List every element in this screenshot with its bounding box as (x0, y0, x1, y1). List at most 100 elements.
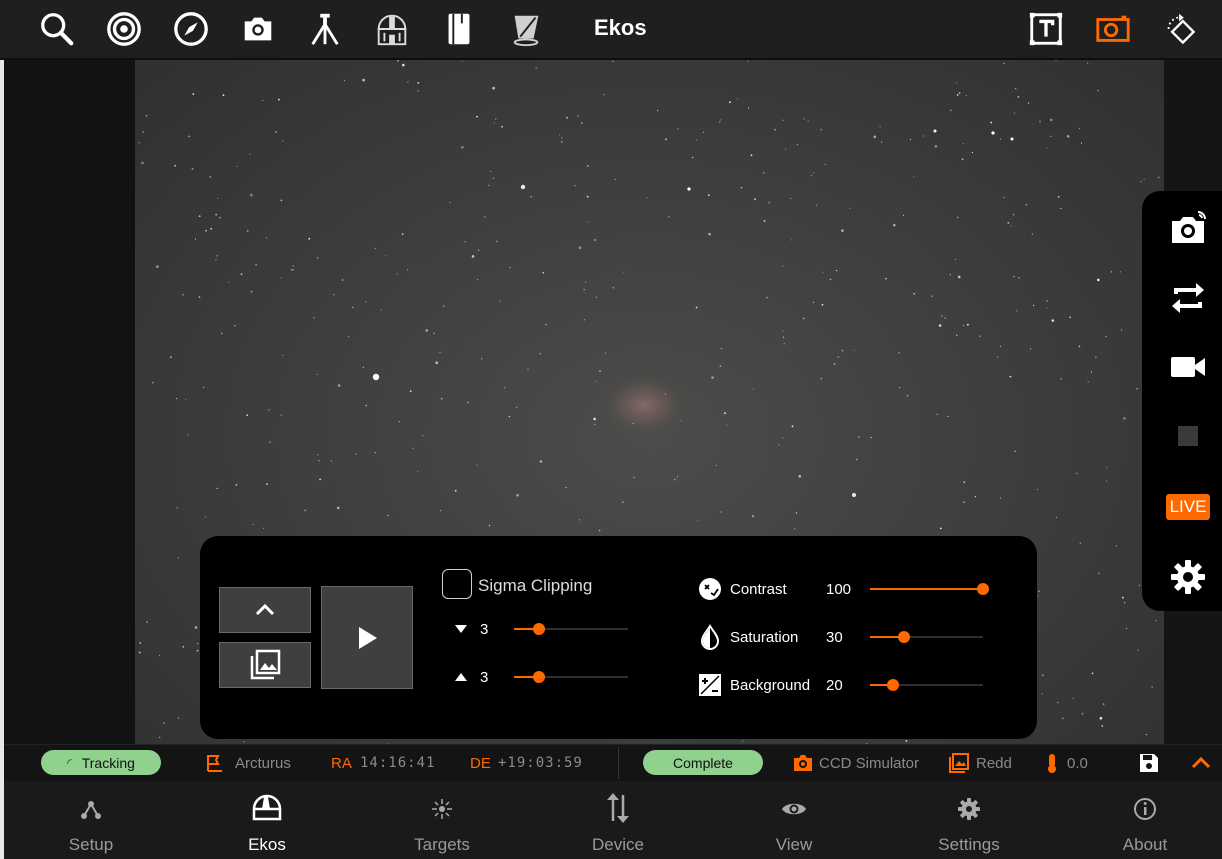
star (836, 270, 838, 272)
star (1017, 96, 1020, 98)
slider-knob[interactable] (897, 631, 910, 643)
star (138, 651, 141, 654)
flat-panel-icon[interactable] (503, 6, 549, 52)
star (821, 303, 824, 306)
star (736, 98, 738, 100)
capture-panel (1142, 191, 1222, 611)
star (440, 510, 442, 512)
stop-icon[interactable] (1164, 412, 1212, 460)
star (205, 229, 207, 232)
star (182, 293, 184, 296)
star (1016, 310, 1018, 312)
star (1099, 716, 1103, 720)
nav-device[interactable]: Device (558, 781, 678, 859)
save-icon[interactable] (1138, 752, 1160, 774)
contrast-slider[interactable] (870, 582, 989, 596)
play-icon (359, 626, 377, 649)
telescope-tripod-icon[interactable] (302, 6, 348, 52)
sigma-high-value: 3 (480, 669, 489, 686)
star (790, 197, 792, 199)
nav-ekos[interactable]: Ekos (207, 781, 327, 859)
nav-ekos-label: Ekos (248, 835, 286, 854)
star (580, 122, 583, 124)
search-icon[interactable] (34, 6, 80, 52)
capture-camera-icon[interactable] (1164, 205, 1212, 253)
star (956, 82, 958, 84)
star (752, 515, 754, 517)
sigma-high-slider[interactable] (514, 670, 628, 684)
star (1075, 472, 1078, 475)
sigma-clipping-checkbox[interactable] (442, 569, 472, 599)
star (235, 484, 238, 486)
star (401, 233, 404, 236)
rotate-diamond-icon[interactable] (1157, 6, 1203, 52)
target-icon[interactable] (101, 6, 147, 52)
star (1013, 214, 1015, 216)
nav-about[interactable]: About (1085, 781, 1205, 859)
star (1031, 233, 1033, 235)
star (798, 474, 802, 478)
star (668, 216, 670, 218)
star (396, 273, 398, 275)
sigma-low-slider[interactable] (514, 622, 628, 636)
star (435, 361, 439, 365)
filter-name: Redd (976, 755, 1012, 772)
mount-status-badge: ◜ Tracking (41, 750, 161, 775)
star (198, 215, 201, 218)
loop-icon[interactable] (1164, 274, 1212, 322)
star (1038, 590, 1040, 592)
star (292, 269, 294, 271)
star (748, 107, 750, 109)
star (177, 557, 179, 559)
star (560, 141, 563, 143)
star (1037, 595, 1039, 598)
nav-targets[interactable]: Targets (382, 781, 502, 859)
star (853, 349, 855, 351)
live-button[interactable]: LIVE (1166, 494, 1210, 520)
compass-icon[interactable] (168, 6, 214, 52)
de-value: +19:03:59 (498, 755, 583, 771)
eye-icon (782, 803, 806, 815)
collapse-up-button[interactable] (219, 587, 311, 633)
star (352, 306, 354, 308)
star (308, 237, 311, 240)
camera-icon[interactable] (235, 6, 281, 52)
play-button[interactable] (321, 586, 413, 689)
star (266, 483, 268, 485)
star (813, 172, 815, 174)
camera-status-icon (794, 755, 812, 771)
star (726, 424, 728, 426)
star (198, 296, 201, 298)
star (893, 223, 896, 227)
star (829, 278, 832, 281)
notebook-icon[interactable] (436, 6, 482, 52)
star (539, 352, 542, 355)
video-icon[interactable] (1164, 343, 1212, 391)
gear-icon[interactable] (1164, 553, 1212, 601)
saturation-slider[interactable] (870, 630, 983, 644)
nav-setup[interactable]: Setup (31, 781, 151, 859)
capture-frame-icon[interactable] (1090, 6, 1136, 52)
star (906, 394, 909, 397)
gallery-icon (250, 649, 281, 680)
nav-settings[interactable]: Settings (909, 781, 1029, 859)
star (782, 265, 784, 267)
nav-view[interactable]: View (734, 781, 854, 859)
star (1087, 381, 1089, 383)
star (535, 67, 537, 69)
star (824, 163, 826, 165)
slider-knob[interactable] (533, 671, 546, 683)
gallery-button[interactable] (219, 642, 311, 688)
slider-knob[interactable] (886, 679, 899, 691)
star (922, 135, 924, 137)
slider-knob[interactable] (533, 623, 546, 635)
star (881, 141, 883, 143)
background-slider[interactable] (870, 678, 983, 692)
observatory-dome-icon[interactable] (369, 6, 415, 52)
chevron-up-icon[interactable] (1190, 752, 1212, 774)
star (422, 435, 424, 437)
star (365, 301, 367, 303)
ra-value: 14:16:41 (360, 755, 436, 771)
text-frame-icon[interactable] (1023, 6, 1069, 52)
slider-knob[interactable] (977, 583, 989, 595)
